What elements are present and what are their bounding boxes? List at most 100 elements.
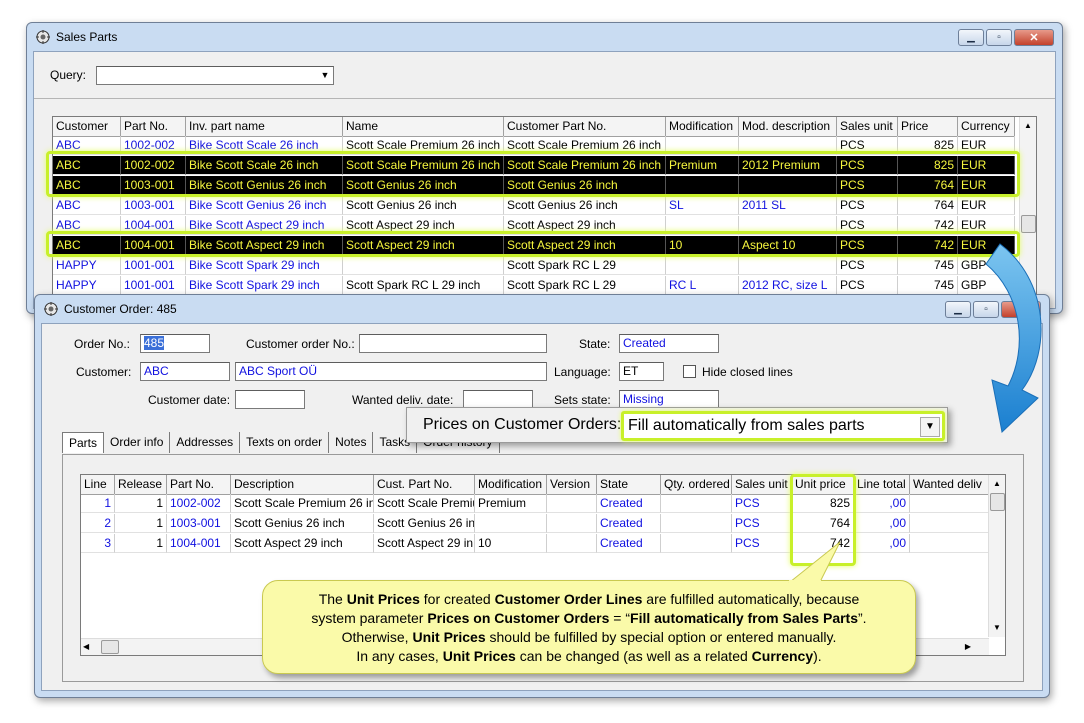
column-header[interactable]: Line <box>81 475 115 494</box>
table-cell: 764 <box>898 176 958 195</box>
table-cell: Bike Scott Aspect 29 inch <box>186 236 343 255</box>
column-header[interactable]: Release <box>115 475 167 494</box>
scroll-up-icon[interactable]: ▲ <box>989 475 1005 493</box>
table-cell: PCS <box>837 216 898 235</box>
callout-line-1: The Unit Prices for created Customer Ord… <box>318 591 860 607</box>
table-row[interactable]: ABC 1002-002 Bike Scott Scale 26 inch Scott… <box>53 156 1015 175</box>
table-cell: 1004-001 <box>121 236 186 255</box>
table-cell: Scott Genius 26 inch <box>343 176 504 195</box>
table-row[interactable]: ABC 1003-001 Bike Scott Genius 26 inch Scot… <box>53 176 1015 195</box>
sales-parts-table[interactable]: Customer Part No. Inv. part name Name Custom… <box>52 116 1037 308</box>
table-row[interactable]: 3 1 1004-001 Scott Aspect 29 inch Scott Aspe… <box>81 534 989 553</box>
column-header[interactable]: Wanted deliv <box>910 475 989 494</box>
customer-name-field[interactable]: ABC Sport OÜ <box>235 362 547 381</box>
scroll-left-icon[interactable]: ◀ <box>83 639 89 655</box>
column-header[interactable]: Modification <box>475 475 547 494</box>
column-header[interactable]: Qty. ordered <box>661 475 732 494</box>
callout-pointer <box>788 541 841 584</box>
language-field[interactable]: ET <box>619 362 664 381</box>
scroll-thumb[interactable] <box>1021 215 1036 233</box>
table-row[interactable]: ABC 1004-001 Bike Scott Aspect 29 inch Scot… <box>53 236 1015 255</box>
table-row[interactable]: ABC 1004-001 Bike Scott Aspect 29 inch Scot… <box>53 216 1015 235</box>
state-field[interactable]: Created <box>619 334 719 353</box>
table-cell: Scott Genius 26 inch <box>231 514 374 533</box>
table-cell <box>739 136 837 155</box>
column-header[interactable]: Currency <box>958 117 1015 136</box>
dropdown-arrow-icon[interactable]: ▼ <box>317 67 333 84</box>
column-header[interactable]: Version <box>547 475 597 494</box>
column-header[interactable]: Modification <box>666 117 739 136</box>
table-cell: 1003-001 <box>121 196 186 215</box>
table-cell <box>910 494 989 513</box>
column-header[interactable]: Cust. Part No. <box>374 475 475 494</box>
column-header[interactable]: State <box>597 475 661 494</box>
table-cell: 10 <box>475 534 547 553</box>
table-row[interactable]: ABC 1003-001 Bike Scott Genius 26 inch Scot… <box>53 196 1015 215</box>
scroll-thumb[interactable] <box>101 640 119 654</box>
table-cell: PCS <box>732 494 792 513</box>
table-cell: PCS <box>837 256 898 275</box>
hide-closed-checkbox[interactable] <box>683 365 696 378</box>
customer-field[interactable]: ABC <box>140 362 230 381</box>
table-cell: 1 <box>115 514 167 533</box>
language-label: Language: <box>554 365 611 379</box>
scroll-thumb[interactable] <box>990 493 1005 511</box>
close-icon[interactable]: ✕ <box>1014 29 1054 46</box>
tab-item[interactable]: Order info <box>104 432 171 453</box>
column-header[interactable]: Part No. <box>121 117 186 136</box>
table-cell: Scott Aspect 29 in <box>374 534 475 553</box>
scroll-right-icon[interactable]: ▶ <box>965 639 971 655</box>
column-header[interactable]: Inv. part name <box>186 117 343 136</box>
sales-parts-window: Sales Parts ▁ ▫ ✕ Query: ▼ Customer Part … <box>26 22 1063 314</box>
customer-date-field[interactable] <box>235 390 305 409</box>
table-row[interactable]: 1 1 1002-002 Scott Scale Premium 26 inc Scot… <box>81 494 989 513</box>
table-cell: Scott Scale Premiu <box>374 494 475 513</box>
order-no-value: 485 <box>144 336 165 350</box>
table-row[interactable]: HAPPY 1001-001 Bike Scott Spark 29 inch Sco… <box>53 256 1015 275</box>
tab-item[interactable]: Notes <box>329 432 374 453</box>
column-header[interactable]: Mod. description <box>739 117 837 136</box>
table-cell: 1002-002 <box>167 494 231 513</box>
callout-line-2: system parameter Prices on Customer Orde… <box>311 610 867 626</box>
app-icon <box>36 30 50 44</box>
table-cell: PCS <box>837 156 898 175</box>
column-header[interactable]: Customer <box>53 117 121 136</box>
scroll-up-icon[interactable]: ▲ <box>1020 117 1036 135</box>
table-cell <box>547 534 597 553</box>
callout-line-3: Otherwise, Unit Prices should be fulfill… <box>341 629 837 645</box>
sales-parts-titlebar[interactable]: Sales Parts ▁ ▫ ✕ <box>27 23 1062 51</box>
scroll-down-icon[interactable]: ▼ <box>989 619 1005 637</box>
sets-state-label: Sets state: <box>554 393 611 407</box>
column-header[interactable]: Sales unit <box>837 117 898 136</box>
tab-item[interactable]: Parts <box>62 432 105 453</box>
tab-item[interactable]: Texts on order <box>240 432 330 453</box>
table-cell: Scott Scale Premium 26 inch <box>504 156 666 175</box>
minimize-icon[interactable]: ▁ <box>958 29 984 46</box>
column-header[interactable]: Name <box>343 117 504 136</box>
table-cell: Created <box>597 534 661 553</box>
table-cell: Premium <box>475 494 547 513</box>
parameter-select[interactable]: Fill automatically from sales parts ▼ <box>621 411 945 441</box>
vertical-scrollbar[interactable]: ▲ ▼ <box>988 475 1005 637</box>
table-cell <box>475 514 547 533</box>
column-header[interactable]: Line total <box>854 475 910 494</box>
table-row[interactable]: HAPPY 1001-001 Bike Scott Spark 29 inch Sco… <box>53 276 1015 295</box>
table-cell: ,00 <box>854 494 910 513</box>
customer-order-titlebar[interactable]: Customer Order: 485 ▁ ▫ ✕ <box>35 295 1049 323</box>
table-cell: RC L <box>666 276 739 295</box>
query-select[interactable]: ▼ <box>96 66 334 85</box>
table-row[interactable]: 2 1 1003-001 Scott Genius 26 inch Scott Geni… <box>81 514 989 533</box>
column-header[interactable]: Unit price <box>792 475 854 494</box>
order-no-field[interactable]: 485 <box>140 334 210 353</box>
column-header[interactable]: Part No. <box>167 475 231 494</box>
parameter-popup: Prices on Customer Orders: Fill automati… <box>406 407 948 443</box>
customer-order-no-field[interactable] <box>359 334 547 353</box>
table-row[interactable]: ABC 1002-002 Bike Scott Scale 26 inch Scott… <box>53 136 1015 155</box>
parameter-label: Prices on Customer Orders: <box>423 416 622 433</box>
column-header[interactable]: Price <box>898 117 958 136</box>
tab-item[interactable]: Addresses <box>170 432 241 453</box>
column-header[interactable]: Description <box>231 475 374 494</box>
maximize-icon[interactable]: ▫ <box>986 29 1012 46</box>
column-header[interactable]: Customer Part No. <box>504 117 666 136</box>
column-header[interactable]: Sales unit <box>732 475 792 494</box>
